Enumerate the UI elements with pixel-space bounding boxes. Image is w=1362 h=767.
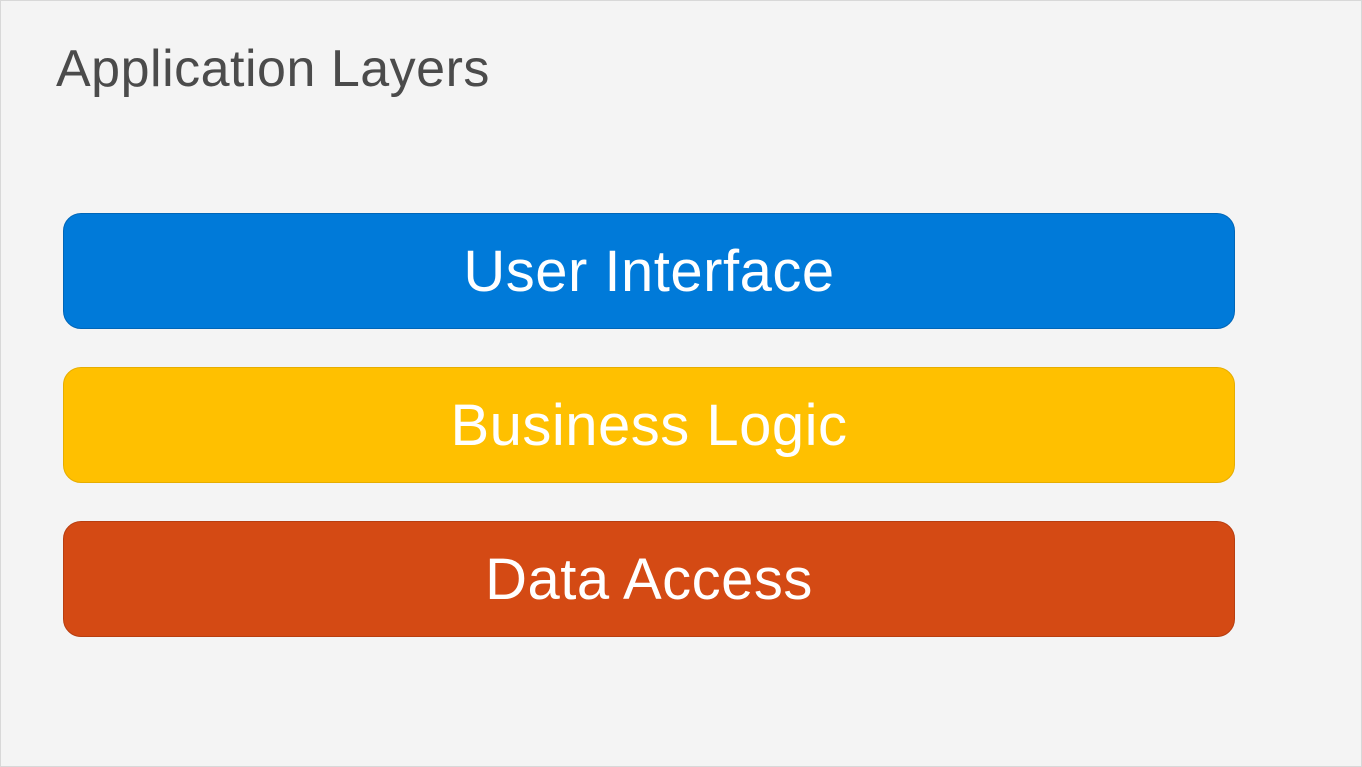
layer-label: User Interface <box>463 238 834 305</box>
layer-label: Business Logic <box>450 392 847 459</box>
layer-data-access: Data Access <box>63 521 1235 637</box>
layers-stack: User Interface Business Logic Data Acces… <box>63 213 1235 637</box>
layer-label: Data Access <box>485 546 813 613</box>
layer-user-interface: User Interface <box>63 213 1235 329</box>
layer-business-logic: Business Logic <box>63 367 1235 483</box>
diagram-title: Application Layers <box>56 39 490 99</box>
